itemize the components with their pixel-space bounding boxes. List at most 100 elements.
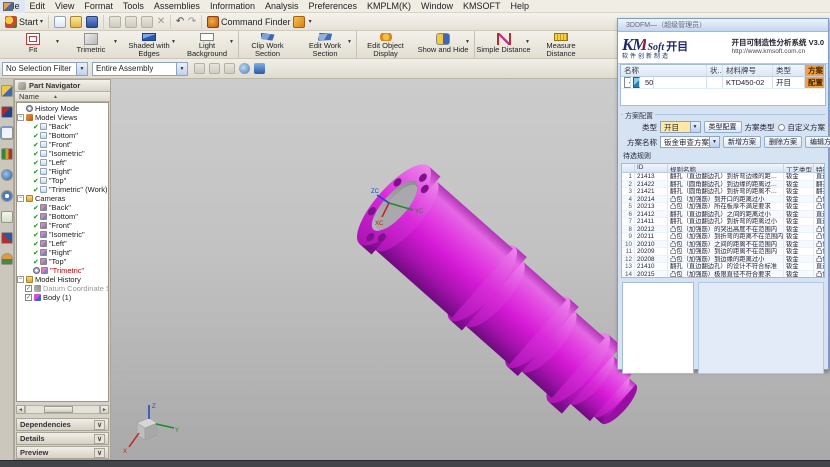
selection-filter-combo[interactable]: No Selection Filter ▼ — [2, 62, 88, 76]
凸包（加强筋）的突出高度不在范围内[interactable]: 8 20212 凸包（加强筋）的突出高度不在范围内 钣金 凸包 — [622, 226, 824, 234]
tree-item-camera[interactable]: ✔ "Trimetric" — [17, 266, 108, 275]
toolbar-button[interactable]: Fit ▼ — [4, 31, 62, 58]
scrollbar-thumb[interactable] — [44, 406, 73, 413]
selection-filter-arrow[interactable]: ▼ — [76, 63, 87, 75]
toolbar-button[interactable]: Clip Work Section ▼ — [238, 31, 296, 58]
tree-item-model-view[interactable]: ✔ "Left" — [17, 158, 108, 167]
tree-node-cameras[interactable]: − Cameras — [17, 194, 108, 203]
toolbar-button[interactable]: Trimetric ▼ — [62, 31, 120, 58]
add-scheme-button[interactable]: 新增方案 — [723, 136, 761, 148]
toolbar-button[interactable]: Edit Work Section ▼ — [296, 31, 354, 58]
kmsoft-titlebar[interactable]: 3DDFM—（超级管理员） — [618, 19, 828, 32]
type-combo[interactable]: 开目 ▼ — [660, 121, 701, 133]
parts-table-row[interactable]: ✓ 50 KTD450-02 开目 配置 — [621, 77, 825, 89]
part-navigator-icon[interactable] — [1, 127, 13, 139]
new-icon[interactable] — [54, 16, 66, 28]
tree-item-model-view[interactable]: ✔ "Front" — [17, 140, 108, 149]
tree-item-model-view[interactable]: ✔ "Bottom" — [17, 131, 108, 140]
toolbar-dropdown-arrow[interactable]: ▼ — [525, 39, 530, 45]
tree-item-camera[interactable]: ✔ "Back" — [17, 203, 108, 212]
toolbar-dropdown-arrow[interactable]: ▼ — [347, 39, 352, 45]
edit-scheme-button[interactable]: 编辑方案 — [805, 136, 830, 148]
constraint-navigator-icon[interactable] — [1, 106, 13, 118]
part-configure-cell[interactable]: 配置 — [805, 77, 825, 88]
roles-icon[interactable] — [1, 253, 13, 265]
凸包（加强筋）到边的距离不在范围内[interactable]: 11 20209 凸包（加强筋）到边的距离不在范围内 钣金 凸包 — [622, 248, 824, 256]
凸包（加强筋）到折弯的距离不在范围内[interactable]: 9 20211 凸包（加强筋）到折弯的距离不在范围内 钣金 凸包 — [622, 233, 824, 241]
parts-table-header[interactable]: 名称 状... 材料牌号 类型 方案 — [621, 65, 825, 77]
name-column-header[interactable]: Name ▲ — [15, 92, 110, 102]
collapse-icon[interactable]: − — [17, 114, 24, 121]
command-finder-button[interactable]: Command Finder — [221, 17, 291, 27]
menu-item[interactable]: Analysis — [260, 0, 304, 13]
翻孔（直边翻边孔）到折弯的距离过小[interactable]: 7 21411 翻孔（直边翻边孔）到折弯的距离过小 钣金 直边 — [622, 218, 824, 226]
cut-icon[interactable] — [109, 16, 121, 28]
web-browser-icon[interactable] — [1, 169, 13, 181]
select-curve-icon[interactable] — [224, 63, 235, 74]
toolbar-button[interactable]: Edit Object Display ▼ — [356, 31, 414, 58]
accordion-panel-header[interactable]: Preview ∨ — [16, 446, 109, 459]
tree-item-camera[interactable]: ✔ "Isometric" — [17, 230, 108, 239]
menu-item[interactable]: Edit — [25, 0, 51, 13]
toolbar-dropdown-arrow[interactable]: ▼ — [113, 39, 118, 45]
tree-node-model-history[interactable]: − Model History — [17, 275, 108, 284]
tree-item-history-mode[interactable]: History Mode — [17, 104, 108, 113]
checkbox-icon[interactable]: ✓ — [25, 294, 32, 301]
type-combo-arrow[interactable]: ▼ — [690, 122, 700, 132]
select-sphere-icon[interactable] — [239, 63, 250, 74]
scheme-name-combo[interactable]: 钣金审查方案 ▼ — [660, 136, 720, 148]
product-url[interactable]: http://www.kmsoft.com.cn — [731, 48, 824, 56]
redo-icon[interactable]: ↷ — [186, 16, 198, 27]
scheme-name-combo-arrow[interactable]: ▼ — [709, 137, 719, 147]
command-finder-icon[interactable] — [207, 16, 219, 28]
delete-icon[interactable]: ✕ — [155, 16, 167, 27]
open-icon[interactable] — [70, 16, 82, 28]
chevron-down-icon[interactable]: ∨ — [94, 420, 105, 430]
menu-item[interactable]: Help — [506, 0, 535, 13]
tree-node-model-views[interactable]: − Model Views — [17, 113, 108, 122]
collapse-icon[interactable]: − — [17, 195, 24, 202]
accordion-panel-header[interactable]: Details ∨ — [16, 432, 109, 445]
navigator-pin-icon[interactable] — [18, 82, 26, 90]
start-dropdown-arrow[interactable]: ▾ — [40, 18, 43, 25]
scrollbar-track[interactable] — [25, 405, 100, 414]
tree-item-camera[interactable]: ✔ "Right" — [17, 248, 108, 257]
toolbar-button[interactable]: Shaded with Edges ▼ — [120, 31, 178, 58]
menu-item[interactable]: Preferences — [303, 0, 362, 13]
menu-item[interactable]: KMPLM(K) — [362, 0, 416, 13]
copy-icon[interactable] — [125, 16, 137, 28]
horizontal-scrollbar[interactable]: ◄ ► — [16, 404, 109, 414]
toolbar-button[interactable]: Measure Distance ▼ — [532, 31, 590, 58]
tree-item-model-view[interactable]: ✔ "Top" — [17, 176, 108, 185]
menu-item[interactable]: Format — [79, 0, 118, 13]
凸包（加强筋）所在板厚不满足要求[interactable]: 5 20213 凸包（加强筋）所在板厚不满足要求 钣金 凸包 — [622, 203, 824, 211]
chevron-down-icon[interactable]: ∨ — [94, 448, 105, 458]
tree-item-camera[interactable]: ✔ "Left" — [17, 239, 108, 248]
start-button[interactable]: Start — [19, 17, 38, 27]
custom-scheme-radio[interactable] — [778, 124, 785, 131]
collapse-icon[interactable]: − — [17, 276, 24, 283]
assembly-navigator-icon[interactable] — [1, 85, 13, 97]
menu-item[interactable]: View — [50, 0, 79, 13]
toolbar-button[interactable]: Show and Hide ▼ — [414, 31, 472, 58]
menu-item[interactable]: Window — [416, 0, 458, 13]
tree-item-model-view[interactable]: ✔ "Isometric" — [17, 149, 108, 158]
scroll-left-arrow[interactable]: ◄ — [16, 405, 25, 414]
reuse-library-icon[interactable] — [1, 148, 13, 160]
process-icon[interactable] — [1, 232, 13, 244]
凸包（加强筋）之间的距离不在范围内[interactable]: 10 20210 凸包（加强筋）之间的距离不在范围内 钣金 凸包 — [622, 241, 824, 249]
翻孔（圆角翻边孔）到边缘的距离过…[interactable]: 2 21422 翻孔（圆角翻边孔）到边缘的距离过… 钣金 翻孔 — [622, 181, 824, 189]
undo-icon[interactable]: ↶ — [174, 16, 186, 27]
toolbar-button[interactable]: Light Background ▼ — [178, 31, 236, 58]
toolbar-dropdown-arrow[interactable]: ▼ — [465, 39, 470, 45]
toolbar-dropdown-arrow[interactable]: ▼ — [55, 39, 60, 45]
delete-scheme-button[interactable]: 删除方案 — [764, 136, 802, 148]
start-icon[interactable] — [5, 16, 17, 28]
tree-item-camera[interactable]: ✔ "Top" — [17, 257, 108, 266]
凸包（加强筋）到开口的距离过小[interactable]: 4 20214 凸包（加强筋）到开口的距离过小 钣金 凸包 — [622, 196, 824, 204]
save-icon[interactable] — [86, 16, 98, 28]
sort-arrow-icon[interactable]: ▲ — [53, 94, 58, 100]
tree-item-model-view[interactable]: ✔ "Right" — [17, 167, 108, 176]
select-arrow-icon[interactable] — [209, 63, 220, 74]
tree-item-model-history[interactable]: ✓ Body (1) — [17, 293, 108, 302]
